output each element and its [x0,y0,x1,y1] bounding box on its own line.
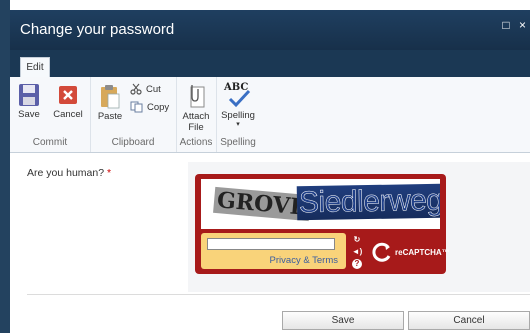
ribbon-tab-bar: Edit [10,50,530,77]
spelling-group-label: Spelling [220,137,256,148]
window-controls: □ × [496,18,526,32]
spelling-group: ABC Spelling ▾ Spelling [216,77,260,152]
recaptcha-logo-text: reCAPTCHA™ [395,248,450,257]
recaptcha-logo: reCAPTCHA™ [371,240,450,264]
save-ribbon-button[interactable]: Save [14,83,44,120]
cancel-ribbon-button[interactable]: Cancel [52,83,84,120]
required-marker: * [106,167,112,179]
paste-button[interactable]: Paste [96,83,124,122]
refresh-icon[interactable]: ↻ [351,235,363,245]
paste-icon [101,85,120,109]
copy-button[interactable]: Copy [130,101,169,113]
captcha-controls: ↻ ◄) ? [351,235,363,271]
left-rail [0,0,10,333]
cancel-ribbon-label: Cancel [53,109,83,120]
cancel-icon [59,86,77,104]
recaptcha-logo-icon [372,242,391,262]
tab-edit[interactable]: Edit [20,57,50,77]
actions-group-label: Actions [179,137,213,148]
spelling-button[interactable]: ABC Spelling ▾ [219,82,257,129]
scissors-icon [130,83,142,95]
captcha-challenge-image: GROVE Siedlerweg [201,179,440,229]
privacy-terms-link[interactable]: Privacy & Terms [270,255,338,266]
attach-file-button[interactable]: Attach File [178,83,214,133]
commit-group-label: Commit [32,137,68,148]
form-divider [27,294,530,295]
clipboard-group-label: Clipboard [111,137,155,148]
dialog-title: Change your password [20,21,175,38]
audio-icon[interactable]: ◄) [351,247,363,257]
spelling-icon: ABC [224,82,252,108]
cut-label: Cut [146,83,161,95]
save-button[interactable]: Save [282,311,404,330]
checkmark-icon [228,89,251,108]
actions-group: Attach File Actions [176,77,217,152]
spelling-label: Spelling [221,110,255,121]
captcha-field-label: Are you human? * [27,167,111,179]
chevron-down-icon: ▾ [236,121,240,128]
attach-label-line2: File [188,122,204,133]
commit-group: Save Cancel Commit [10,77,91,152]
close-icon[interactable]: × [519,18,526,32]
paste-label: Paste [97,111,123,122]
copy-label: Copy [147,101,170,113]
save-ribbon-label: Save [18,109,40,120]
floppy-icon [19,84,39,106]
cut-button[interactable]: Cut [130,83,161,95]
captcha-answer-input[interactable] [207,238,335,250]
cancel-button[interactable]: Cancel [408,311,530,330]
captcha-word-2: Siedlerweg [296,184,440,221]
help-icon[interactable]: ? [352,259,362,269]
clipboard-group: Paste Cut Copy Clipboard [90,77,177,152]
field-label-text: Are you human? [27,167,105,179]
recaptcha-widget: GROVE Siedlerweg Privacy & Terms ↻ ◄) ? [195,174,450,274]
form-content: Are you human? * GROVE Siedlerweg Privac… [10,153,530,333]
copy-icon [130,101,143,113]
maximize-icon[interactable]: □ [502,18,509,32]
ribbon: Save Cancel Commit Paste Cut Copy Clipbo… [10,77,530,153]
title-bar: Change your password □ × [10,10,530,50]
dialog-window: Change your password □ × Edit Save Cance… [0,0,530,333]
captcha-answer-area: Privacy & Terms [201,233,346,269]
attach-icon [190,85,205,108]
attach-label-line1: Attach [182,111,210,122]
captcha-field-area: GROVE Siedlerweg Privacy & Terms ↻ ◄) ? [188,162,530,292]
